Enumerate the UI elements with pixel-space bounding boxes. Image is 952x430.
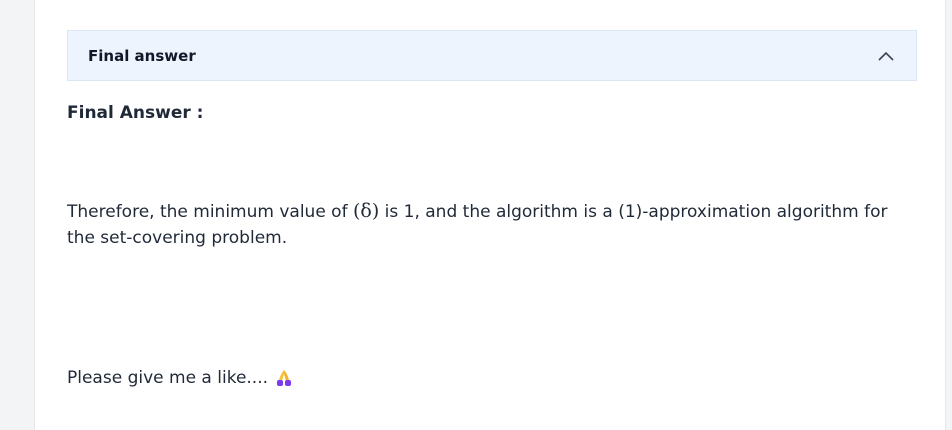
page: Final answer Final Answer : Therefore, t… — [0, 0, 952, 430]
final-answer-accordion-header[interactable]: Final answer — [67, 30, 917, 81]
answer-card: Final answer Final Answer : Therefore, t… — [34, 0, 946, 430]
answer-text-before: Therefore, the minimum value of — [67, 202, 353, 222]
closing-line: Please give me a like.... — [67, 368, 294, 388]
math-delta: (δ) — [352, 200, 380, 222]
final-answer-heading: Final Answer : — [67, 103, 204, 123]
accordion-title: Final answer — [88, 46, 196, 65]
answer-paragraph: Therefore, the minimum value of (δ) is 1… — [67, 198, 917, 251]
chevron-up-icon[interactable] — [876, 46, 896, 66]
folded-hands-emoji-icon — [274, 368, 294, 388]
closing-text: Please give me a like.... — [67, 368, 269, 388]
